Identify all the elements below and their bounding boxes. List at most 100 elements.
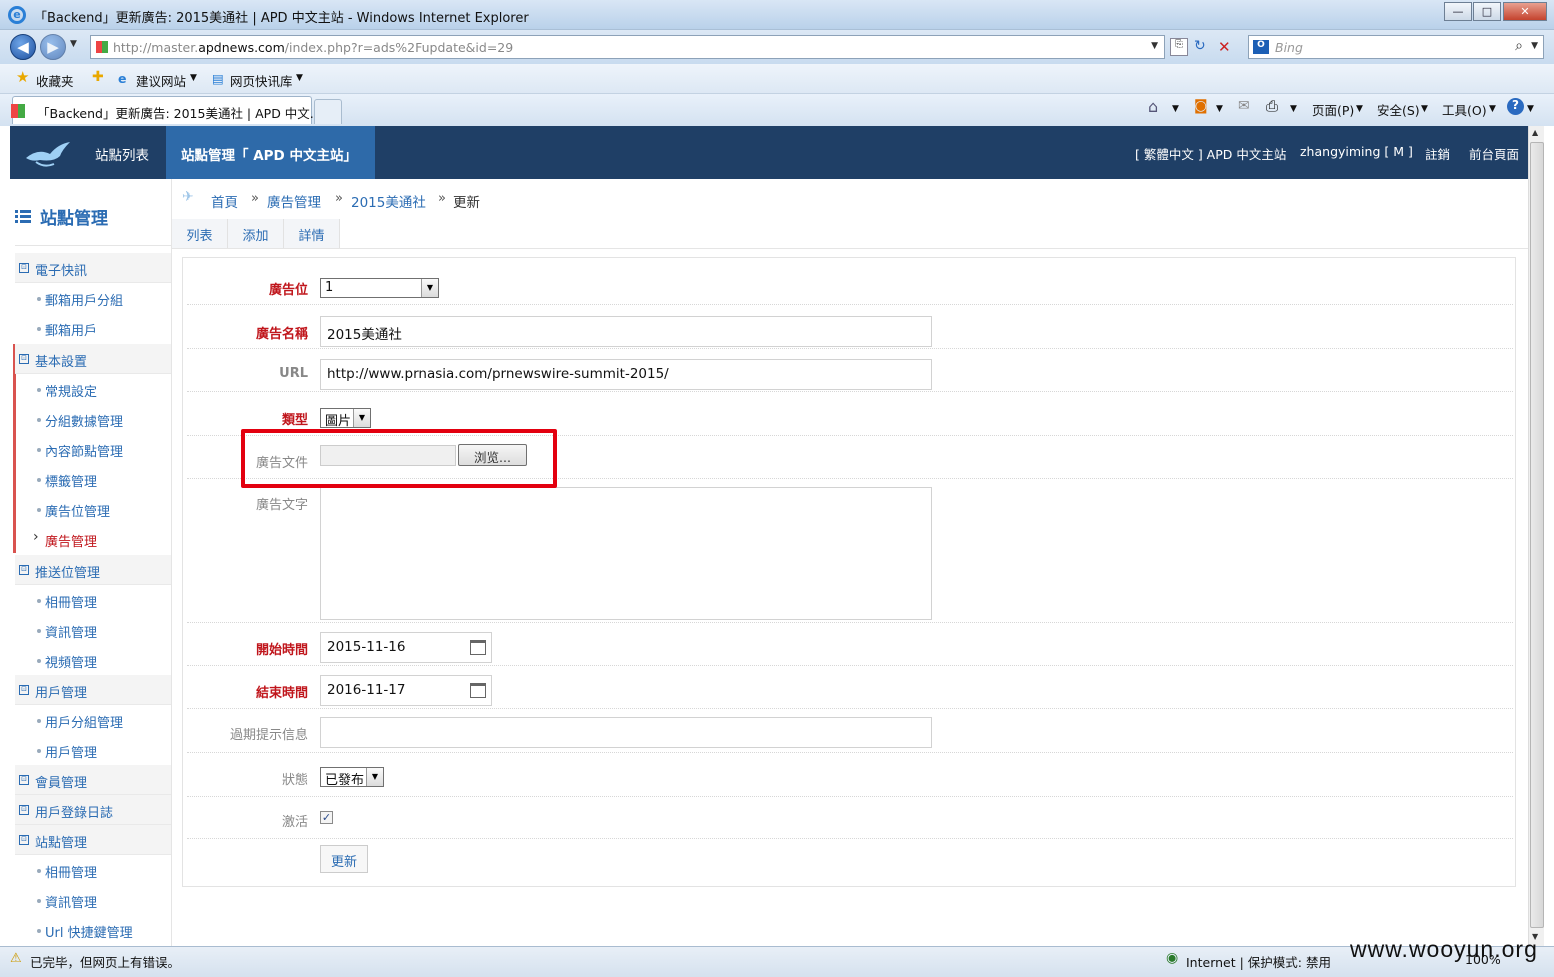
sidebar-group-members[interactable]: ⊡ 會員管理 [15,765,171,795]
address-dropdown-icon[interactable]: ▼ [1151,41,1158,51]
calendar-icon[interactable] [470,640,486,655]
search-dropdown-icon[interactable]: ▼ [1531,41,1538,51]
chevron-down-icon[interactable]: ▼ [296,73,303,83]
back-button[interactable]: ◀ [10,34,36,60]
tab-detail[interactable]: 詳情 [284,219,340,248]
sidebar-item-videos[interactable]: 視頻管理 [15,645,171,675]
scroll-thumb[interactable] [1530,142,1544,928]
sidebar-item-albums[interactable]: 相冊管理 [15,585,171,615]
tab-add[interactable]: 添加 [228,219,284,248]
collapse-icon: ⊡ [19,565,29,575]
breadcrumb-ads[interactable]: 廣告管理 [267,191,321,211]
search-icon[interactable]: ⌕ [1515,38,1523,54]
expire-message-input[interactable] [320,717,932,748]
chevron-down-icon[interactable]: ▼ [190,73,197,83]
browser-tab[interactable]: 「Backend」更新廣告: 2015美通社 | APD 中文... [11,96,322,124]
type-label: 類型 [281,413,308,428]
security-zone[interactable]: Internet | 保护模式: 禁用 [1186,952,1331,971]
chevron-down-icon[interactable]: ▼ [1421,104,1428,114]
frontend-link[interactable]: 前台頁面 [1469,144,1519,163]
sidebar-item-ad-slots[interactable]: 廣告位管理 [15,494,171,524]
user-menu-link[interactable]: zhangyiming [ M ] [1300,144,1413,159]
chevron-down-icon[interactable]: ▼ [1356,104,1363,114]
sidebar-item-url-shortcuts[interactable]: Url 快捷鍵管理 [15,915,171,945]
sidebar-item-general[interactable]: 常規設定 [15,374,171,404]
chevron-down-icon[interactable]: ▼ [1290,104,1297,114]
close-window-button[interactable]: ✕ [1503,2,1547,21]
sidebar-item-content-nodes[interactable]: 內容節點管理 [15,434,171,464]
compat-view-icon[interactable]: ⎘ [1170,38,1188,56]
status-label: 狀態 [281,773,308,788]
sidebar-group-newsletter[interactable]: ⊡ 電子快訊 [15,253,171,283]
history-dropdown-icon[interactable]: ▼ [70,39,77,49]
forward-button[interactable]: ▶ [40,34,66,60]
sidebar-item-site-albums[interactable]: 相冊管理 [15,855,171,885]
safety-menu[interactable]: 安全(S) [1377,100,1420,119]
tools-menu[interactable]: 工具(O) [1442,100,1487,119]
address-toolbar: ◀ ▶ ▼ http://master.apdnews.com/index.ph… [0,30,1554,64]
page-viewport: 站點列表 站點管理「 APD 中文主站」 [ 繁體中文 ] APD 中文主站 z… [10,126,1528,946]
home-icon[interactable]: ⌂ [1148,97,1158,116]
help-icon[interactable]: ? [1507,98,1524,115]
type-select[interactable]: 圖片 ▼ [320,408,371,429]
chevron-down-icon[interactable]: ▼ [1172,104,1179,114]
new-tab-button[interactable] [314,99,342,124]
stop-icon[interactable]: ✕ [1218,38,1236,56]
site-list-link[interactable]: 站點列表 [95,144,149,164]
status-select[interactable]: 已發布 ▼ [320,767,384,788]
sidebar-group-basic[interactable]: ⊡ 基本設置 [15,344,171,374]
search-input[interactable]: O Bing ⌕ ▼ [1248,35,1544,59]
favorites-star-icon: ★ [16,68,30,86]
web-slice-icon: ▤ [212,71,224,86]
address-input[interactable]: http://master.apdnews.com/index.php?r=ad… [90,35,1165,59]
refresh-icon[interactable]: ↻ [1194,38,1212,56]
sidebar-item-mail-users[interactable]: 郵箱用戶 [15,313,171,343]
start-date-input[interactable]: 2015-11-16 [320,632,492,663]
scroll-up-icon[interactable]: ▲ [1532,128,1538,137]
sidebar-item-tags[interactable]: 標籤管理 [15,464,171,494]
sidebar-item-site-news[interactable]: 資訊管理 [15,885,171,915]
add-favorite-icon[interactable]: ✚ [92,69,104,85]
chevron-down-icon[interactable]: ▼ [1527,104,1534,114]
sidebar-item-news[interactable]: 資訊管理 [15,615,171,645]
chevron-down-icon[interactable]: ▼ [1489,104,1496,114]
sidebar-item-users[interactable]: 用戶管理 [15,735,171,765]
language-switch-link[interactable]: [ 繁體中文 ] APD 中文主站 [1135,144,1286,163]
minimize-button[interactable]: — [1444,2,1472,21]
warning-icon[interactable]: ⚠ [10,951,22,966]
mail-icon[interactable]: ✉ [1238,98,1250,114]
suggested-sites-link[interactable]: 建议网站 [136,71,186,90]
sidebar-group-login-log[interactable]: ⊡ 用戶登錄日誌 [15,795,171,825]
page-menu[interactable]: 页面(P) [1312,100,1354,119]
active-checkbox[interactable]: ✓ [320,811,333,824]
maximize-button[interactable]: □ [1473,2,1501,21]
favorites-button[interactable]: 收藏夹 [36,71,74,90]
update-button[interactable]: 更新 [320,845,368,873]
watermark: www.wooyun.org [1350,936,1538,962]
sidebar-group-users[interactable]: ⊡ 用戶管理 [15,675,171,705]
breadcrumb-item[interactable]: 2015美通社 [351,191,426,211]
sidebar-item-mail-groups[interactable]: 郵箱用戶分組 [15,283,171,313]
feeds-icon[interactable]: ◙ [1194,98,1208,114]
breadcrumb-home[interactable]: 首頁 [211,191,238,211]
vertical-scrollbar[interactable]: ▲ ▼ [1528,126,1544,946]
sidebar-group-site[interactable]: ⊡ 站點管理 [15,825,171,855]
ad-text-textarea[interactable] [320,487,932,620]
chevron-down-icon[interactable]: ▼ [1216,104,1223,114]
ad-slot-select[interactable]: 1 ▼ [320,278,439,298]
sidebar-item-group-data[interactable]: 分組數據管理 [15,404,171,434]
site-manage-tab[interactable]: 站點管理「 APD 中文主站」 [166,126,375,179]
print-icon[interactable]: ⎙ [1266,97,1278,115]
url-input[interactable]: http://www.prnasia.com/prnewswire-summit… [320,359,932,390]
ad-name-input[interactable]: 2015美通社 [320,316,932,347]
web-slice-gallery-link[interactable]: 网页快讯库 [230,71,293,90]
sidebar-item-user-groups[interactable]: 用戶分組管理 [15,705,171,735]
end-date-input[interactable]: 2016-11-17 [320,675,492,706]
chevron-down-icon: ▼ [366,768,383,786]
calendar-icon[interactable] [470,683,486,698]
chevron-right-icon: › [33,529,39,545]
sidebar-group-push[interactable]: ⊡ 推送位管理 [15,555,171,585]
sidebar-item-ads[interactable]: › 廣告管理 [15,524,171,554]
tab-list[interactable]: 列表 [172,219,228,248]
logout-link[interactable]: 註銷 [1425,144,1450,163]
